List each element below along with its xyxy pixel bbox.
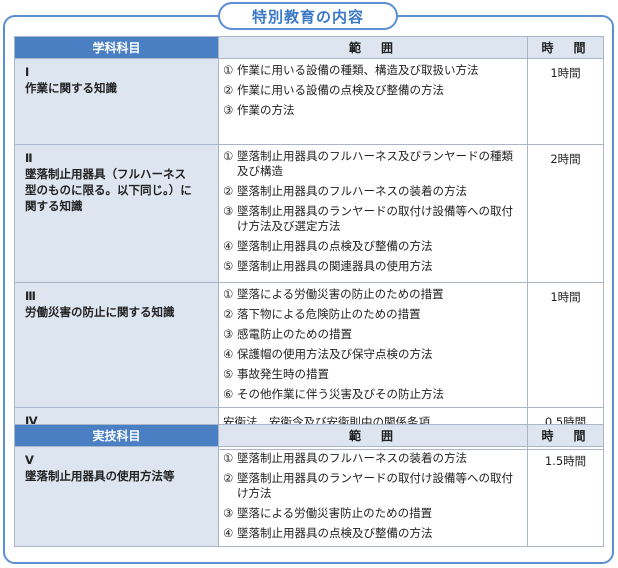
item-marker: ⑤ — [223, 259, 234, 273]
range-item: ① 墜落制止用器具のフルハーネス及びランヤードの種類及び構造 — [223, 149, 521, 179]
range-item: ③ 作業の方法 — [223, 103, 521, 118]
item-text: 感電防止のための措置 — [237, 327, 352, 341]
item-marker: ② — [223, 184, 234, 198]
header-range: 範 囲 — [218, 424, 528, 447]
subject-cell: Ⅲ 労働災害の防止に関する知識 — [14, 282, 219, 408]
item-marker: ② — [223, 307, 234, 321]
item-text: 事故発生時の措置 — [237, 367, 329, 381]
header-range: 範 囲 — [218, 36, 528, 59]
range-item: ④ 保護帽の使用方法及び保守点検の方法 — [223, 347, 521, 362]
item-text: 墜落制止用器具のフルハーネスの装着の方法 — [237, 184, 467, 198]
range-item: ⑥ その他作業に伴う災害及びその防止方法 — [223, 387, 521, 402]
time-cell: 1時間 — [527, 282, 604, 408]
range-item: ② 落下物による危険防止のための措置 — [223, 307, 521, 322]
item-marker: ③ — [223, 204, 234, 218]
item-marker: ③ — [223, 103, 234, 117]
range-cell: ① 墜落制止用器具のフルハーネスの装着の方法 ② 墜落制止用器具のランヤードの取付け設… — [218, 446, 528, 547]
item-text: 墜落制止用器具の点検及び整備の方法 — [237, 526, 433, 540]
range-item: ⑤ 墜落制止用器具の関連器具の使用方法 — [223, 259, 521, 274]
subject-name: 墜落制止用器具（フルハーネス型のものに限る。以下同じ。）に関する知識 — [25, 167, 192, 213]
subject-cell: Ⅰ 作業に関する知識 — [14, 58, 219, 145]
range-item: ② 墜落制止用器具のフルハーネスの装着の方法 — [223, 184, 521, 199]
range-item: ④ 墜落制止用器具の点検及び整備の方法 — [223, 239, 521, 254]
table-header-row: 学科科目 範 囲 時 間 — [14, 36, 604, 59]
academic-subjects-table: 学科科目 範 囲 時 間 Ⅰ作業に関する知識 ① 作業に用いる設備の種類、構造及び取… — [14, 36, 604, 450]
item-marker: ④ — [223, 239, 234, 253]
range-item: ① 墜落制止用器具のフルハーネスの装着の方法 — [223, 451, 521, 466]
table-row: Ⅲ労働災害の防止に関する知識 ① 墜落による労働災害の防止のための措置 ② 落下物による… — [14, 282, 604, 408]
subject-name: 墜落制止用器具の使用方法等 — [25, 469, 175, 483]
subject-number: Ⅴ — [25, 453, 34, 467]
item-text: 墜落制止用器具のフルハーネスの装着の方法 — [237, 451, 467, 465]
item-text: 墜落制止用器具のランヤードの取付け設備等への取付け方法 — [237, 471, 513, 500]
range-item: ② 墜落制止用器具のランヤードの取付け設備等への取付け方法 — [223, 471, 521, 501]
subject-cell: Ⅱ 墜落制止用器具（フルハーネス型のものに限る。以下同じ。）に関する知識 — [14, 144, 219, 283]
range-item: ③ 墜落制止用器具のランヤードの取付け設備等への取付け方法及び選定方法 — [223, 204, 521, 234]
item-text: 墜落制止用器具の点検及び整備の方法 — [237, 239, 433, 253]
table-row: Ⅰ作業に関する知識 ① 作業に用いる設備の種類、構造及び取扱い方法 ② 作業に用いる設備… — [14, 58, 604, 145]
time-cell: 1時間 — [527, 58, 604, 145]
range-cell: ① 作業に用いる設備の種類、構造及び取扱い方法 ② 作業に用いる設備の点検及び整備の方… — [218, 58, 528, 145]
subject-number: Ⅱ — [25, 151, 33, 165]
item-text: 作業に用いる設備の種類、構造及び取扱い方法 — [237, 63, 479, 77]
item-marker: ① — [223, 149, 234, 163]
subject-cell: Ⅴ 墜落制止用器具の使用方法等 — [14, 446, 219, 547]
item-text: 保護帽の使用方法及び保守点検の方法 — [237, 347, 433, 361]
item-marker: ① — [223, 287, 234, 301]
item-marker: ④ — [223, 526, 234, 540]
item-marker: ③ — [223, 506, 234, 520]
subject-number: Ⅰ — [25, 65, 30, 79]
subject-number: Ⅲ — [25, 289, 36, 303]
range-cell: ① 墜落による労働災害の防止のための措置 ② 落下物による危険防止のための措置 ③ 感電防… — [218, 282, 528, 408]
header-time: 時 間 — [527, 424, 604, 447]
item-marker: ⑥ — [223, 387, 234, 401]
subject-name: 作業に関する知識 — [25, 81, 117, 95]
range-item: ① 作業に用いる設備の種類、構造及び取扱い方法 — [223, 63, 521, 78]
range-item: ④ 墜落制止用器具の点検及び整備の方法 — [223, 526, 521, 541]
item-marker: ② — [223, 83, 234, 97]
item-text: 落下物による危険防止のための措置 — [237, 307, 421, 321]
item-text: 墜落制止用器具のフルハーネス及びランヤードの種類及び構造 — [237, 149, 513, 178]
item-text: 墜落制止用器具の関連器具の使用方法 — [237, 259, 433, 273]
item-marker: ④ — [223, 347, 234, 361]
page-title: 特別教育の内容 — [218, 2, 398, 30]
item-marker: ② — [223, 471, 234, 485]
range-item: ③ 感電防止のための措置 — [223, 327, 521, 342]
range-item: ⑤ 事故発生時の措置 — [223, 367, 521, 382]
item-text: その他作業に伴う災害及びその防止方法 — [237, 387, 444, 401]
time-cell: 2時間 — [527, 144, 604, 283]
item-text: 墜落による労働災害の防止のための措置 — [237, 287, 444, 301]
range-item: ① 墜落による労働災害の防止のための措置 — [223, 287, 521, 302]
practical-subjects-table: 実技科目 範 囲 時 間 Ⅴ 墜落制止用器具の使用方法等 ① 墜落制止用器具のフルハー… — [14, 424, 604, 547]
time-cell: 1.5時間 — [527, 446, 604, 547]
item-marker: ⑤ — [223, 367, 234, 381]
subject-name: 労働災害の防止に関する知識 — [25, 305, 175, 319]
item-marker: ① — [223, 451, 234, 465]
item-text: 墜落制止用器具のランヤードの取付け設備等への取付け方法及び選定方法 — [237, 204, 513, 233]
item-text: 墜落による労働災害防止のための措置 — [237, 506, 433, 520]
item-marker: ③ — [223, 327, 234, 341]
header-subject: 学科科目 — [14, 36, 219, 59]
range-cell: ① 墜落制止用器具のフルハーネス及びランヤードの種類及び構造 ② 墜落制止用器具のフル… — [218, 144, 528, 283]
table-row: Ⅱ墜落制止用器具（フルハーネス型のものに限る。以下同じ。）に関する知識 ① 墜落制止… — [14, 144, 604, 283]
item-text: 作業の方法 — [237, 103, 295, 117]
item-text: 作業に用いる設備の点検及び整備の方法 — [237, 83, 444, 97]
table-header-row: 実技科目 範 囲 時 間 — [14, 424, 604, 447]
table-row: Ⅴ墜落制止用器具の使用方法等 ① 墜落制止用器具のフルハーネスの装着の方法 ② 墜落制止… — [14, 446, 604, 547]
header-time: 時 間 — [527, 36, 604, 59]
item-marker: ① — [223, 63, 234, 77]
header-subject: 実技科目 — [14, 424, 219, 447]
range-item: ② 作業に用いる設備の点検及び整備の方法 — [223, 83, 521, 98]
range-item: ③ 墜落による労働災害防止のための措置 — [223, 506, 521, 521]
